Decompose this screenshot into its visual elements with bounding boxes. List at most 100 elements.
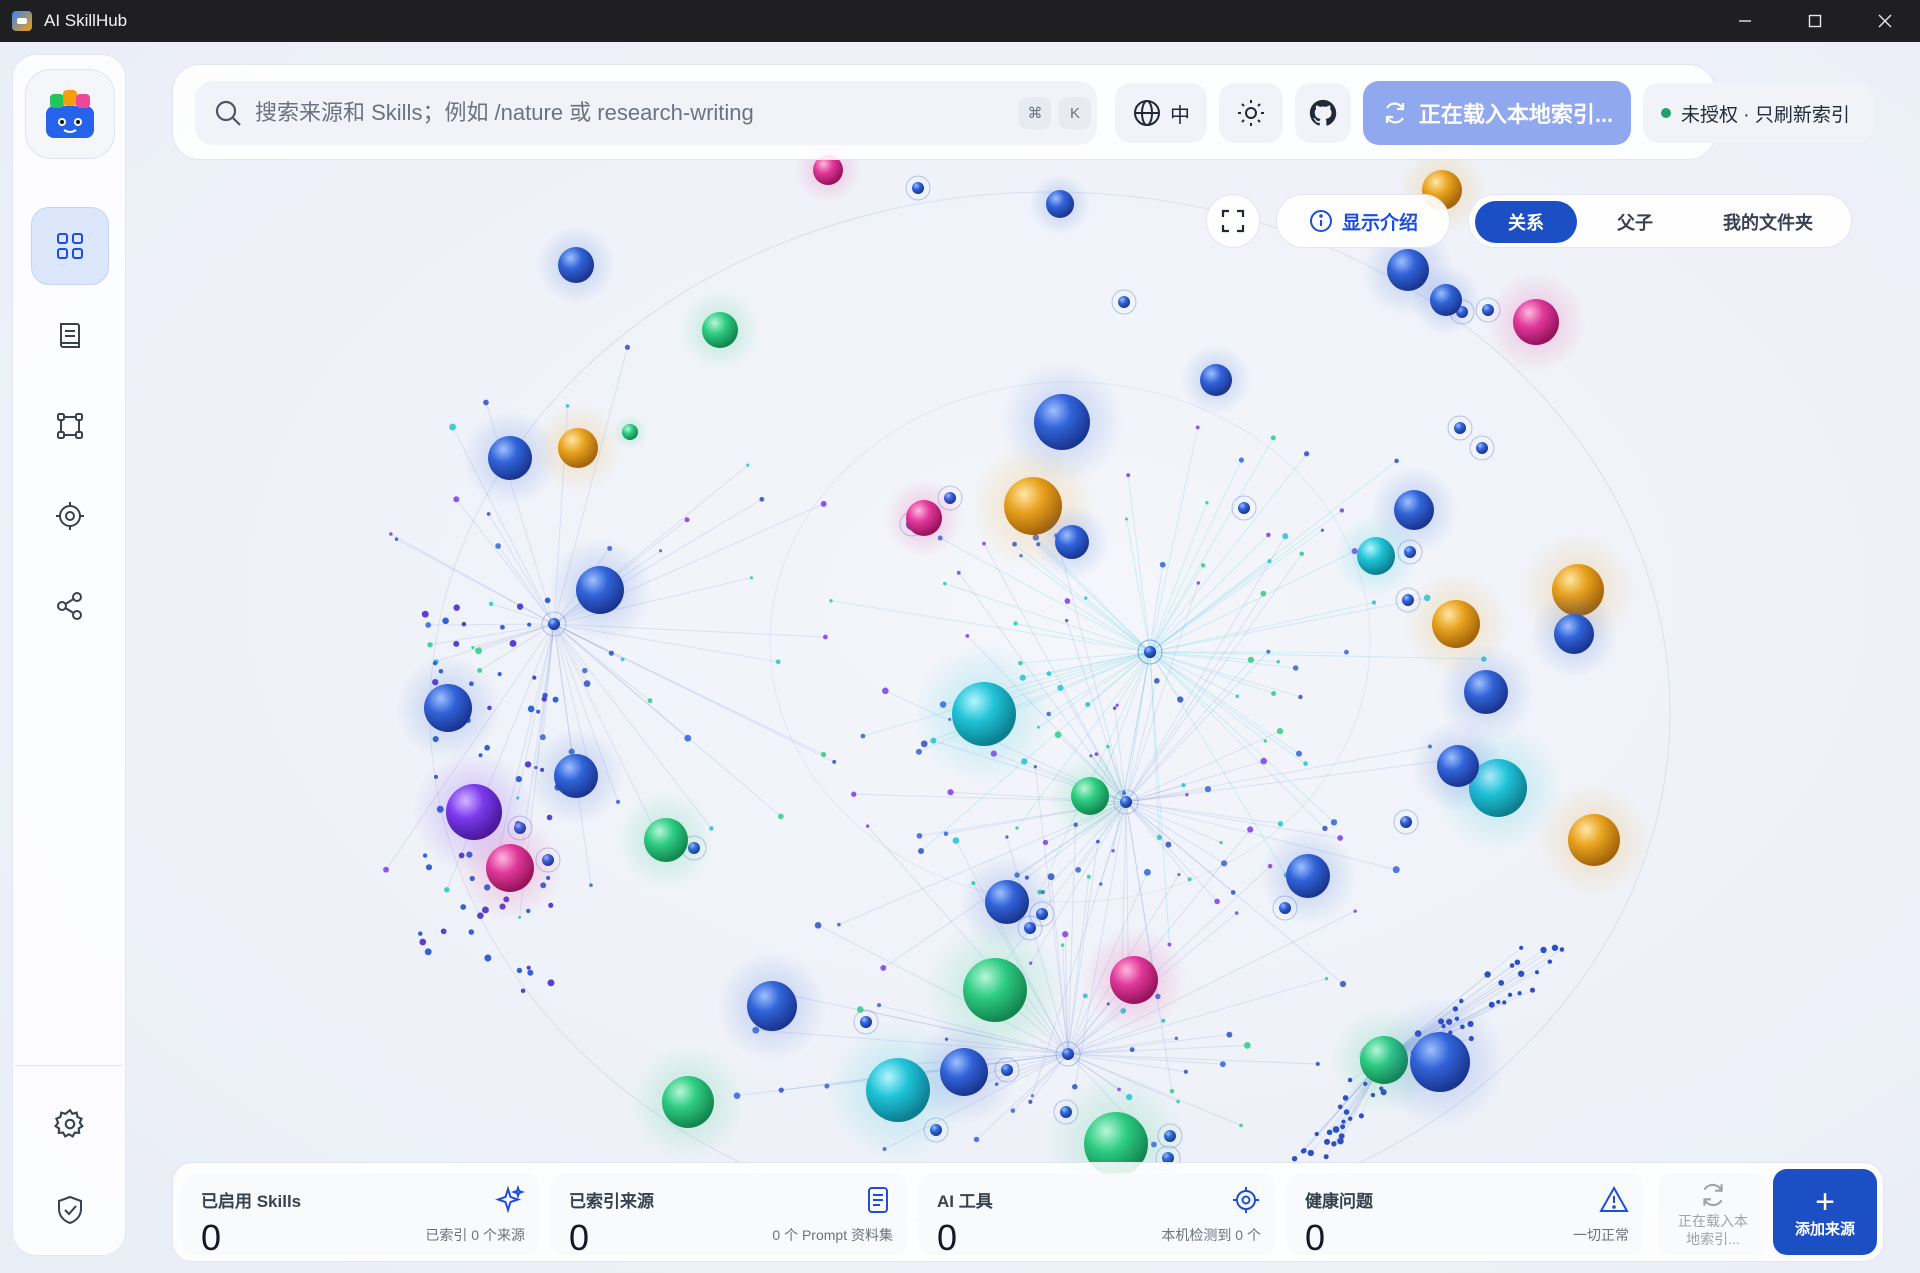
graph-point (1292, 665, 1299, 671)
maximize-button[interactable] (1780, 0, 1850, 42)
document-icon (863, 1185, 893, 1220)
graph-point (684, 734, 692, 742)
view-mode-tabs: 关系 父子 我的文件夹 (1468, 194, 1852, 248)
stat-health-issues[interactable]: 健康问题 0 一切正常 (1287, 1173, 1643, 1258)
graph-edge (1149, 529, 1323, 653)
add-source-button[interactable]: + 添加来源 (1773, 1169, 1877, 1255)
graph-point (1030, 1094, 1034, 1098)
stat-enabled-skills[interactable]: 已启用 Skills 0 已索引 0 个来源 (183, 1173, 539, 1258)
graph-node (1513, 299, 1559, 345)
minimize-button[interactable] (1710, 0, 1780, 42)
search-input[interactable] (255, 100, 975, 126)
graph-point (1332, 1126, 1340, 1133)
graph-point (1062, 931, 1069, 938)
graph-node (747, 981, 797, 1031)
graph-point (1243, 1041, 1251, 1049)
graph-point (1177, 872, 1181, 877)
graph-point (1015, 826, 1019, 830)
graph-node-small (1476, 442, 1488, 454)
auth-status[interactable]: 未授权 · 只刷新索引 (1643, 83, 1873, 143)
graph-point (442, 617, 449, 625)
graph-node (488, 436, 532, 480)
graph-point (1353, 909, 1357, 913)
graph-point (1064, 598, 1071, 604)
graph-point (1260, 757, 1267, 765)
graph-point (918, 847, 925, 854)
tab-parent-child[interactable]: 父子 (1587, 201, 1683, 243)
graph-point (1303, 761, 1308, 766)
graph-node-small (912, 182, 924, 194)
nav-graph[interactable] (31, 387, 109, 465)
graph-node-small (1238, 502, 1250, 514)
graph-node-small (1400, 816, 1412, 828)
graph-point (1323, 1138, 1331, 1145)
github-button[interactable] (1295, 83, 1351, 143)
loading-index-button[interactable]: 正在载入本地索引... (1363, 81, 1631, 145)
graph-point (453, 640, 460, 647)
graph-node (554, 754, 598, 798)
language-button[interactable]: 中 (1115, 83, 1207, 143)
graph-point (417, 931, 423, 936)
nav-settings[interactable] (31, 1085, 109, 1163)
graph-point (1337, 1104, 1343, 1110)
graph-point (1220, 860, 1228, 867)
nav-library[interactable] (31, 297, 109, 375)
target-icon (56, 502, 84, 530)
tab-relations[interactable]: 关系 (1475, 201, 1577, 243)
fullscreen-button[interactable] (1206, 194, 1260, 248)
graph-point (1154, 677, 1160, 684)
info-icon (1309, 210, 1332, 232)
stat-value: 0 (937, 1217, 958, 1258)
app-logo[interactable] (25, 69, 115, 159)
graph-point (1187, 877, 1192, 882)
tab-my-folders[interactable]: 我的文件夹 (1693, 201, 1843, 243)
stat-value: 0 (569, 1217, 590, 1258)
show-intro-label: 显示介绍 (1341, 212, 1418, 234)
nav-security[interactable] (31, 1171, 109, 1249)
show-intro-button[interactable]: 显示介绍 (1276, 194, 1450, 248)
graph-point (876, 1003, 882, 1008)
logo-icon (46, 90, 94, 138)
graph-point (1323, 1154, 1329, 1160)
graph-point (422, 853, 428, 858)
graph-point (488, 601, 494, 606)
graph-point (1341, 1119, 1346, 1124)
stat-sub: 0 个 Prompt 资料集 (772, 1227, 893, 1243)
nav-tools[interactable] (31, 477, 109, 555)
graph-node (1034, 394, 1090, 450)
graph-edge (944, 583, 1151, 653)
graph-point (1238, 457, 1245, 463)
window-controls (1710, 0, 1920, 42)
nav-share[interactable] (31, 567, 109, 645)
close-button[interactable] (1850, 0, 1920, 42)
search-box[interactable]: ⌘ K (195, 81, 1097, 145)
graph-point (1394, 458, 1399, 464)
book-icon (60, 323, 80, 348)
graph-point (552, 696, 559, 703)
graph-point (1112, 706, 1117, 710)
graph-point (915, 748, 922, 755)
graph-point (1484, 971, 1491, 978)
graph-point (1303, 451, 1310, 457)
graph-edge (1048, 651, 1151, 715)
theme-toggle-button[interactable] (1219, 83, 1283, 143)
graph-point (1300, 1148, 1306, 1154)
stat-ai-tools[interactable]: AI 工具 0 本机检测到 0 个 (919, 1173, 1275, 1258)
nav-dashboard[interactable] (31, 207, 109, 285)
graph-node (558, 428, 598, 468)
graph-point (1169, 1088, 1175, 1094)
graph-point (425, 622, 432, 628)
loading-index-status[interactable]: 正在载入本 地索引... (1659, 1173, 1767, 1255)
graph-node (1055, 525, 1089, 559)
graph-point (1326, 1129, 1333, 1136)
graph-point (1214, 898, 1220, 905)
graph-point (1298, 694, 1303, 700)
stat-indexed-sources[interactable]: 已索引来源 0 0 个 Prompt 资料集 (551, 1173, 907, 1258)
graph-point (837, 922, 841, 927)
maximize-icon (1808, 14, 1822, 28)
graph-point (860, 733, 866, 739)
graph-point (1371, 600, 1377, 605)
graph-edge (1125, 582, 1199, 803)
graph-point (394, 537, 399, 541)
graph-point (1129, 1047, 1135, 1053)
